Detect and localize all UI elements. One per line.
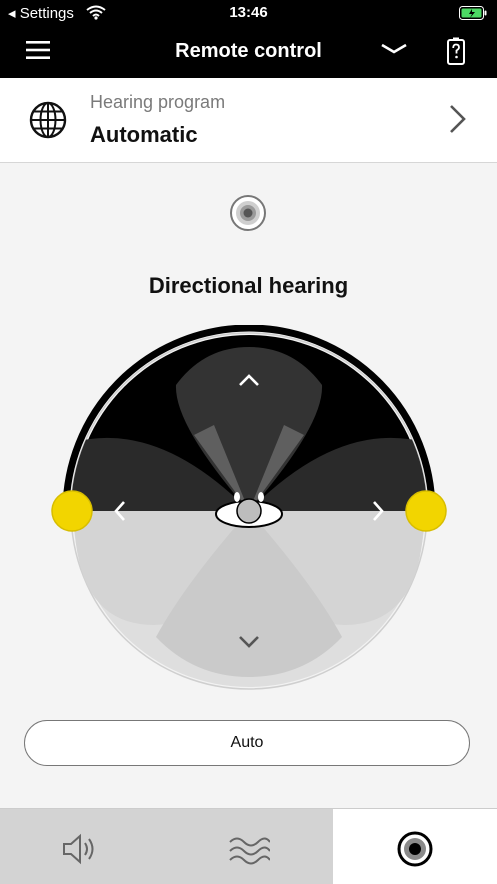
directional-tab-icon bbox=[397, 831, 433, 867]
direction-dial[interactable] bbox=[44, 324, 454, 695]
directional-mode-icon bbox=[229, 194, 267, 237]
tab-sound-balance[interactable] bbox=[166, 809, 333, 884]
sound-wave-icon bbox=[229, 837, 270, 865]
nav-bar: Remote control bbox=[0, 26, 497, 78]
collapse-chevron-icon[interactable] bbox=[380, 42, 408, 61]
directional-hearing-heading: Directional hearing bbox=[148, 273, 349, 298]
tab-directional[interactable] bbox=[333, 809, 497, 884]
program-label: Hearing program bbox=[90, 92, 226, 112]
program-value: Automatic bbox=[90, 122, 198, 147]
tab-volume[interactable] bbox=[0, 809, 166, 884]
status-battery-icon bbox=[459, 6, 487, 24]
volume-icon bbox=[63, 833, 94, 865]
status-bar: ◂ Settings 13:46 bbox=[0, 0, 497, 26]
hearing-program-row[interactable]: Hearing program Automatic bbox=[0, 78, 497, 163]
auto-button[interactable]: Auto bbox=[24, 720, 470, 766]
globe-icon bbox=[28, 100, 68, 145]
battery-icon[interactable] bbox=[447, 37, 465, 70]
status-time: 13:46 bbox=[229, 4, 268, 21]
page-title: Remote control bbox=[175, 40, 322, 62]
chevron-right-icon[interactable] bbox=[448, 104, 468, 139]
tab-bar bbox=[0, 808, 497, 884]
